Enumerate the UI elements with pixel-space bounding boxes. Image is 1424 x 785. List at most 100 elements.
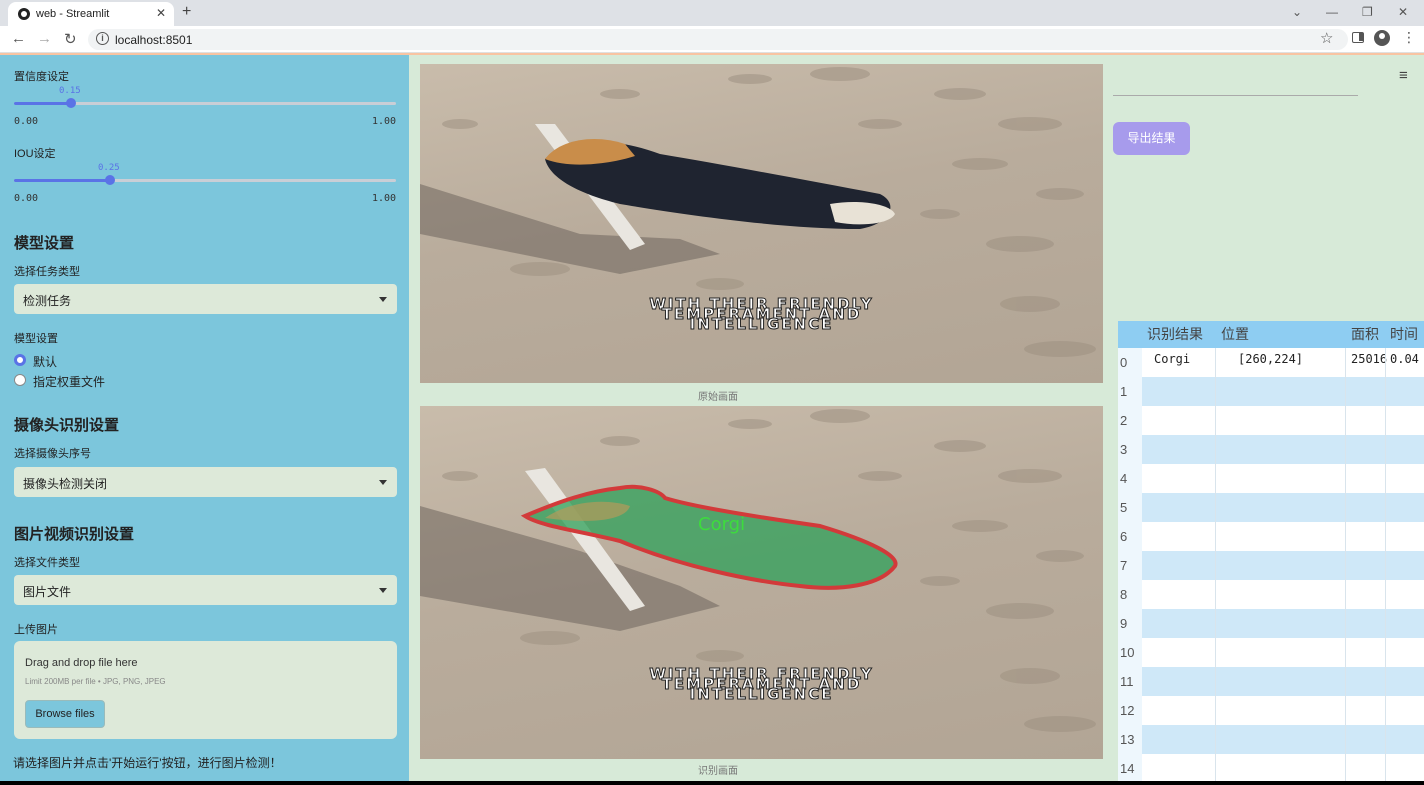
- table-row-index: 9: [1118, 609, 1142, 638]
- profile-avatar-icon[interactable]: [1374, 30, 1390, 46]
- table-row-index: 10: [1118, 638, 1142, 667]
- table-row[interactable]: 13: [1118, 725, 1424, 754]
- task-type-select[interactable]: 检测任务: [14, 284, 397, 314]
- model-section-heading: 模型设置: [14, 235, 75, 252]
- table-row-index: 2: [1118, 406, 1142, 435]
- bookmark-star-icon[interactable]: ☆: [1320, 29, 1333, 47]
- sidebar: 置信度设定 0.15 0.00 1.00 IOU设定 0.25 0.00 1.0…: [0, 55, 409, 781]
- confidence-value: 0.15: [59, 86, 81, 96]
- confidence-slider[interactable]: [14, 98, 396, 108]
- table-row[interactable]: 8: [1118, 580, 1424, 609]
- radio-default[interactable]: [14, 354, 26, 366]
- forward-icon[interactable]: →: [37, 30, 52, 47]
- site-info-icon[interactable]: i: [96, 32, 109, 45]
- table-header-area[interactable]: 面积: [1346, 321, 1386, 348]
- table-row[interactable]: 12: [1118, 696, 1424, 725]
- table-header-time[interactable]: 时间: [1386, 321, 1424, 348]
- iou-slider[interactable]: [14, 175, 396, 185]
- confidence-min: 0.00: [14, 116, 39, 127]
- tab-search-icon[interactable]: ⌄: [1292, 5, 1302, 19]
- radio-custom-weights-label[interactable]: 指定权重文件: [33, 373, 105, 390]
- browser-tab[interactable]: web - Streamlit ✕: [8, 2, 174, 26]
- url-text: localhost:8501: [115, 33, 193, 47]
- table-row-index: 6: [1118, 522, 1142, 551]
- camera-select[interactable]: 摄像头检测关闭: [14, 467, 397, 497]
- radio-custom-weights[interactable]: [14, 374, 26, 386]
- table-row-index: 14: [1118, 754, 1142, 781]
- minimize-icon[interactable]: —: [1326, 5, 1338, 19]
- table-row[interactable]: 1: [1118, 377, 1424, 406]
- browser-tab-bar: web - Streamlit ✕ + ⌄ — ❐ ✕: [0, 0, 1424, 26]
- file-type-select[interactable]: 图片文件: [14, 575, 397, 605]
- task-type-value: 检测任务: [23, 294, 72, 308]
- file-type-label: 选择文件类型: [14, 557, 80, 569]
- close-tab-icon[interactable]: ✕: [156, 6, 166, 20]
- confidence-slider-thumb[interactable]: [66, 98, 76, 108]
- iou-value: 0.25: [98, 163, 120, 173]
- table-header-position[interactable]: 位置: [1216, 321, 1346, 348]
- results-table[interactable]: 识别结果 位置 面积 时间 0 Corgi [260,224] 25016 0.04 1 2…: [1118, 321, 1424, 781]
- original-image-caption: 原始画面: [698, 392, 738, 403]
- detected-image-caption: 识别画面: [698, 766, 738, 777]
- table-row[interactable]: 2: [1118, 406, 1424, 435]
- table-row[interactable]: 11: [1118, 667, 1424, 696]
- camera-section-heading: 摄像头识别设置: [14, 417, 120, 434]
- iou-slider-thumb[interactable]: [105, 175, 115, 185]
- table-row[interactable]: 7: [1118, 551, 1424, 580]
- table-header-index: [1118, 321, 1142, 348]
- streamlit-favicon-icon: [18, 8, 30, 20]
- browser-menu-icon[interactable]: ⋮: [1402, 29, 1416, 46]
- cell-area: 25016: [1351, 352, 1388, 366]
- iou-slider-fill: [14, 179, 110, 182]
- table-row[interactable]: 4: [1118, 464, 1424, 493]
- upload-label: 上传图片: [14, 624, 58, 636]
- file-type-value: 图片文件: [23, 585, 72, 599]
- original-image: WITH THEIR FRIENDLY TEMPERAMENT AND INTE…: [420, 64, 1103, 383]
- browse-files-button[interactable]: Browse files: [25, 700, 105, 728]
- side-panel-icon[interactable]: [1352, 32, 1364, 43]
- table-row-index: 12: [1118, 696, 1142, 725]
- table-row-index: 5: [1118, 493, 1142, 522]
- iou-label: IOU设定: [14, 148, 56, 160]
- reload-icon[interactable]: ↻: [64, 30, 77, 48]
- table-row[interactable]: 3: [1118, 435, 1424, 464]
- table-row-index: 1: [1118, 377, 1142, 406]
- detected-image: WITH THEIR FRIENDLY TEMPERAMENT AND INTE…: [420, 406, 1103, 759]
- table-row-index: 0: [1118, 348, 1142, 377]
- file-dropzone[interactable]: Drag and drop file here Limit 200MB per …: [14, 641, 397, 739]
- chevron-down-icon: [379, 588, 387, 593]
- window-close-icon[interactable]: ✕: [1398, 5, 1408, 19]
- task-type-label: 选择任务类型: [14, 266, 80, 278]
- cell-position: [260,224]: [1238, 352, 1304, 366]
- chevron-down-icon: [379, 297, 387, 302]
- cell-time: 0.04: [1390, 352, 1419, 366]
- table-row-index: 11: [1118, 667, 1142, 696]
- table-row[interactable]: 14: [1118, 754, 1424, 781]
- restore-icon[interactable]: ❐: [1362, 5, 1373, 19]
- cell-result: Corgi: [1154, 352, 1191, 366]
- table-row[interactable]: 0 Corgi [260,224] 25016 0.04: [1118, 348, 1424, 377]
- file-section-heading: 图片视频识别设置: [14, 526, 135, 543]
- table-row[interactable]: 6: [1118, 522, 1424, 551]
- column-divider: [1215, 348, 1216, 781]
- table-row[interactable]: 9: [1118, 609, 1424, 638]
- url-field[interactable]: i localhost:8501: [88, 29, 1348, 50]
- table-row[interactable]: 10: [1118, 638, 1424, 667]
- video-caption-line3: INTELLIGENCE: [689, 315, 834, 333]
- export-results-button[interactable]: 导出结果: [1113, 122, 1190, 155]
- main-content: ≡ WITH THEIR FRIENDLY TEMPERAMENT AND IN…: [409, 55, 1424, 781]
- new-tab-icon[interactable]: +: [182, 3, 191, 21]
- hamburger-menu-icon[interactable]: ≡: [1399, 67, 1408, 84]
- table-header-result[interactable]: 识别结果: [1142, 321, 1216, 348]
- table-row-index: 3: [1118, 435, 1142, 464]
- dropzone-limit: Limit 200MB per file • JPG, PNG, JPEG: [25, 677, 166, 686]
- radio-default-label[interactable]: 默认: [33, 353, 57, 370]
- back-icon[interactable]: ←: [11, 30, 26, 47]
- camera-index-label: 选择摄像头序号: [14, 448, 91, 460]
- confidence-label: 置信度设定: [14, 71, 69, 83]
- camera-select-value: 摄像头检测关闭: [23, 477, 108, 491]
- model-setting-label: 模型设置: [14, 333, 58, 345]
- table-row-index: 13: [1118, 725, 1142, 754]
- table-row[interactable]: 5: [1118, 493, 1424, 522]
- chevron-down-icon: [379, 480, 387, 485]
